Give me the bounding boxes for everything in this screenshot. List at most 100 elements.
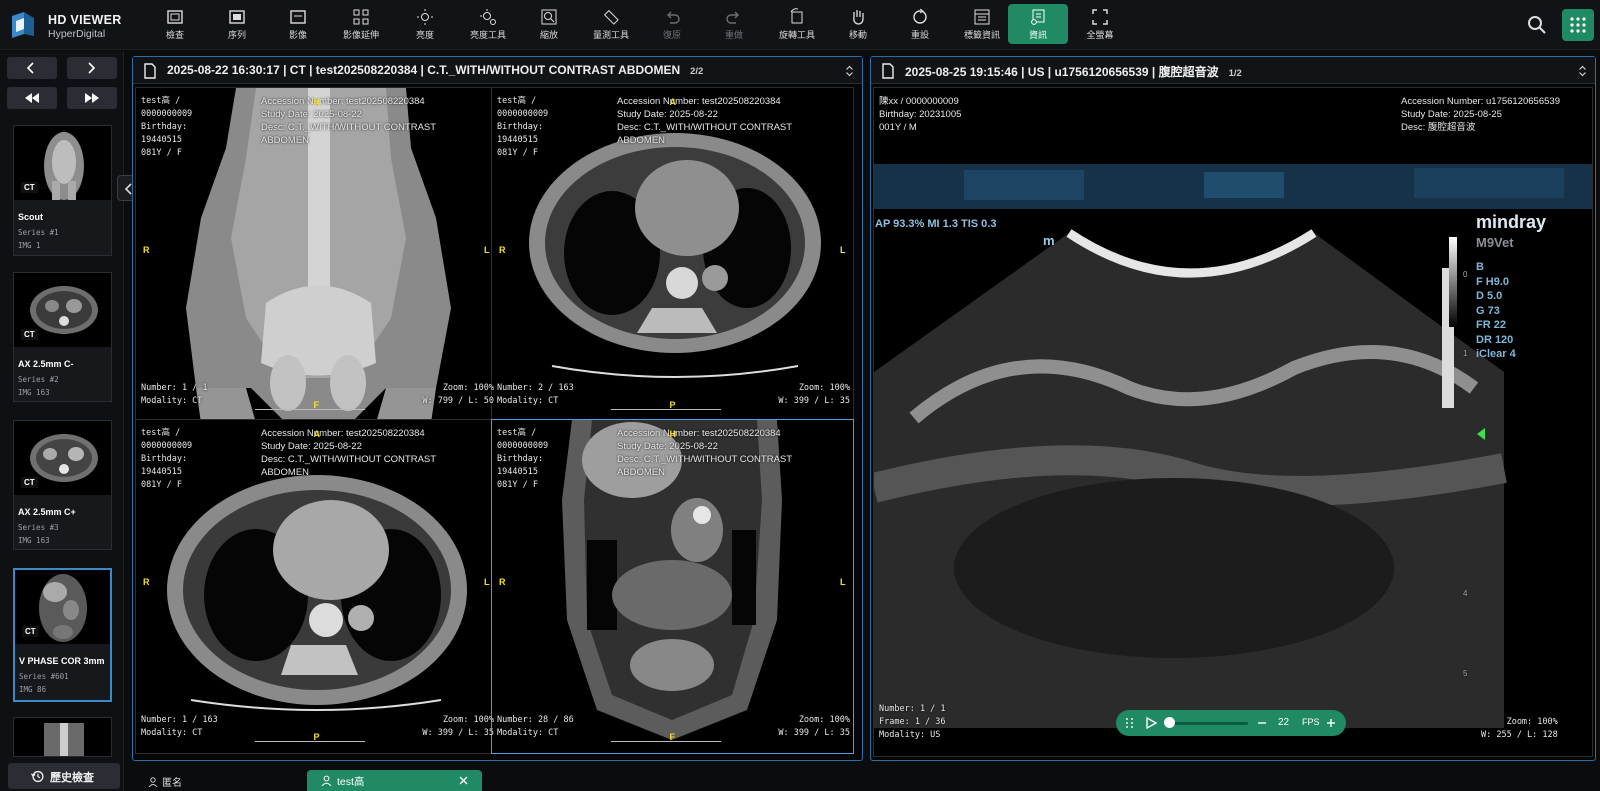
tool-button-study[interactable]: 檢查 <box>145 4 205 44</box>
tool-button-zoom[interactable]: 縮放 <box>519 4 579 44</box>
us-panel-title: 2025-08-25 19:15:46 | US | u175612065653… <box>905 63 1242 80</box>
series-name: Scout <box>18 212 44 222</box>
series-thumb[interactable]: CT AX 2.5mm C+ Series #3 IMG 163 <box>13 420 112 550</box>
ct-study-count: 2/2 <box>690 66 704 77</box>
anonymous-toggle[interactable]: 匿名 <box>162 774 182 789</box>
series-thumb[interactable] <box>13 717 112 757</box>
tool-label: 量測工具 <box>592 30 629 40</box>
series-name: AX 2.5mm C+ <box>18 507 76 517</box>
tool-label: 亮度 <box>415 30 434 40</box>
patient-info: test高 / 0000000009 Birthday: 19440515 08… <box>497 96 549 158</box>
reset-icon <box>913 8 927 24</box>
tool-button-reset[interactable]: 重設 <box>890 4 950 44</box>
mindray-logo: mindray <box>1476 212 1547 232</box>
series-thumb-selected[interactable]: CT V PHASE COR 3mm Series #601 IMG 86 <box>13 568 112 702</box>
modality-badge: CT <box>21 329 38 340</box>
patient-tab-label: test高 <box>337 776 365 788</box>
scale-bar <box>255 409 365 410</box>
cine-progress-knob[interactable] <box>1164 717 1175 728</box>
top-toolbar: HD VIEWER HyperDigital 檢查 序列 影像 影像延伸 亮度 亮度工具 縮… <box>0 0 1600 50</box>
ultrasound-image <box>874 88 1592 756</box>
study-icon <box>167 10 183 24</box>
series-image-count: IMG 1 <box>18 241 41 250</box>
next-image-button[interactable] <box>67 57 117 79</box>
brightness-tool-icon <box>480 9 496 25</box>
accession-number: Accession Number: test202508220384 <box>617 428 781 439</box>
tool-button-image[interactable]: 影像 <box>268 4 328 44</box>
rewind-icon <box>25 93 39 103</box>
tool-label: 縮放 <box>539 30 558 40</box>
chevron-updown-icon[interactable] <box>1578 65 1587 77</box>
cine-progress-track[interactable] <box>1170 722 1248 725</box>
search-button[interactable] <box>1526 14 1548 36</box>
series-sidebar: CT Scout Series #1 IMG 1 CT AX 2.5mm C- … <box>0 51 124 791</box>
tool-button-ruler[interactable]: 量測工具 <box>581 4 641 44</box>
tool-button-series[interactable]: 序列 <box>207 4 267 44</box>
app-subtitle: HyperDigital <box>48 28 106 40</box>
viewport-ultrasound[interactable] <box>873 87 1593 757</box>
tool-button-layout-grid[interactable]: 影像延伸 <box>331 4 391 44</box>
tool-label: 重做 <box>724 30 743 40</box>
series-thumb-image <box>14 718 111 756</box>
modality-badge: CT <box>21 477 38 488</box>
series-name: V PHASE COR 3mm <box>19 656 105 666</box>
tool-button-brightness[interactable]: 亮度 <box>395 4 455 44</box>
us-panel-header[interactable]: 2025-08-25 19:15:46 | US | u175612065653… <box>871 57 1595 84</box>
accession-number: Accession Number: test202508220384 <box>617 96 781 107</box>
minus-icon[interactable] <box>1257 718 1267 728</box>
history-studies-button[interactable]: 歷史檢查 <box>8 763 120 789</box>
tool-label: 重設 <box>910 30 929 40</box>
series-name: AX 2.5mm C- <box>18 359 74 369</box>
ct-panel-title: 2025-08-22 16:30:17 | CT | test202508220… <box>167 63 703 77</box>
series-image-count: IMG 86 <box>19 685 47 694</box>
study-date: Study Date: 2025-08-22 <box>617 441 718 452</box>
tool-button-rotate[interactable]: 旋轉工具 <box>767 4 827 44</box>
ct-study-title: 2025-08-22 16:30:17 | CT | test202508220… <box>167 63 681 77</box>
chevron-updown-icon[interactable] <box>845 65 854 77</box>
image-number: Number: 28 / 86 Modality: CT <box>497 715 574 738</box>
scale-bar <box>255 741 365 742</box>
undo-icon <box>667 11 680 24</box>
us-study-panel: 2025-08-25 19:15:46 | US | u175612065653… <box>870 56 1596 761</box>
close-icon[interactable] <box>459 776 468 785</box>
series-image-count: IMG 163 <box>18 388 50 397</box>
orientation-right: L <box>840 576 846 587</box>
series-number: Series #601 <box>19 672 69 681</box>
series-icon <box>229 10 245 24</box>
apps-menu-button[interactable] <box>1562 9 1594 41</box>
prev-series-button[interactable] <box>7 87 57 109</box>
tool-button-tag-info[interactable]: 標籤資訊 <box>952 4 1012 44</box>
series-thumb[interactable]: CT AX 2.5mm C- Series #2 IMG 163 <box>13 272 112 402</box>
tool-label: 影像延伸 <box>342 30 379 40</box>
app-logo: HD VIEWER HyperDigital <box>8 8 128 44</box>
image-number: Number: 1 / 163 Modality: CT <box>141 715 218 738</box>
study-description: Desc: C.T._WITH/WITHOUT CONTRAST ABDOMEN <box>617 454 793 478</box>
tag-info-icon <box>974 9 990 25</box>
tool-button-pan-hand[interactable]: 移動 <box>828 4 888 44</box>
patient-tab[interactable]: test高 <box>307 770 482 791</box>
plus-icon[interactable] <box>1326 718 1336 728</box>
tool-button-redo[interactable]: 重做 <box>704 4 764 44</box>
orientation-right: L <box>484 244 490 255</box>
ct-panel-header[interactable]: 2025-08-22 16:30:17 | CT | test202508220… <box>133 57 862 84</box>
us-patient-info: 陳xx / 0000000009 Birthday: 20231005 001Y… <box>879 96 962 133</box>
tool-button-fullscreen[interactable]: 全螢幕 <box>1070 4 1130 44</box>
play-icon[interactable] <box>1145 717 1157 729</box>
next-series-button[interactable] <box>67 87 117 109</box>
orientation-top: A <box>313 429 321 439</box>
orientation-left: R <box>499 576 506 587</box>
us-settings: B F H9.0 D 5.0 G 73 FR 22 DR 120 iClear … <box>1476 261 1516 360</box>
tool-label: 移動 <box>848 30 867 40</box>
tool-button-info[interactable]: 資訊 <box>1008 4 1068 44</box>
series-thumb[interactable]: CT Scout Series #1 IMG 1 <box>13 125 112 256</box>
depth-scale <box>1449 237 1457 327</box>
drag-handle-icon[interactable] <box>1124 717 1136 729</box>
search-icon <box>1528 16 1546 34</box>
tool-button-undo[interactable]: 復原 <box>642 4 702 44</box>
fullscreen-icon <box>1092 9 1108 25</box>
patient-info: test高 / 0000000009 Birthday: 19440515 08… <box>141 428 193 490</box>
tool-button-brightness-tool[interactable]: 亮度工具 <box>458 4 518 44</box>
prev-image-button[interactable] <box>7 57 57 79</box>
modality-badge: CT <box>22 626 39 637</box>
modality-badge: CT <box>21 182 38 193</box>
